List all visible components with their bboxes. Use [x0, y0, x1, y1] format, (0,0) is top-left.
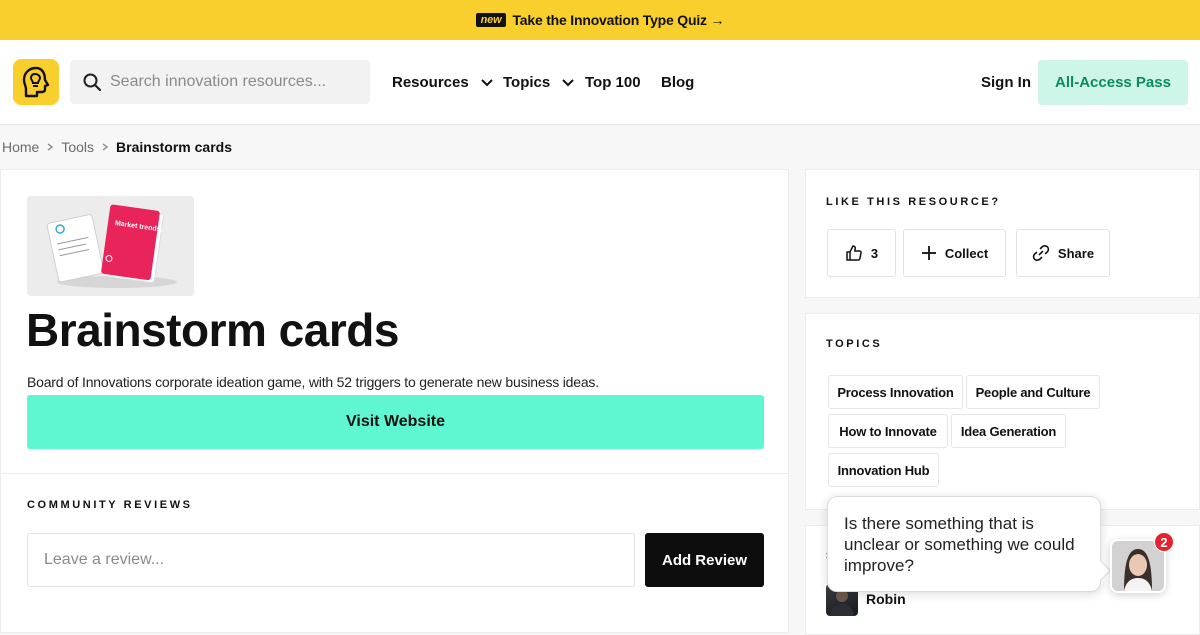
menu-top100[interactable]: Top 100 [585, 60, 641, 104]
like-heading: LIKE THIS RESOURCE? [826, 196, 1001, 208]
search-icon [83, 73, 101, 91]
topics-heading: TOPICS [826, 338, 883, 350]
plus-icon [921, 246, 936, 260]
review-input[interactable] [27, 533, 635, 587]
new-badge: new [475, 13, 507, 27]
chevron-down-icon [562, 79, 574, 87]
menu-top100-label: Top 100 [585, 73, 641, 91]
promo-banner[interactable]: new Take the Innovation Type Quiz → [0, 0, 1200, 40]
reviews-heading: COMMUNITY REVIEWS [27, 499, 193, 511]
topic-tag[interactable]: People and Culture [966, 375, 1100, 409]
submitter-name[interactable]: Robin [866, 591, 906, 607]
resource-thumbnail: Market trends. [27, 196, 194, 296]
like-resource-card: LIKE THIS RESOURCE? 3 Collect Share [805, 169, 1200, 298]
chat-bubble[interactable]: Is there something that is unclear or so… [827, 496, 1101, 592]
menu-resources[interactable]: Resources [392, 60, 495, 104]
all-access-pass-button[interactable]: All-Access Pass [1038, 60, 1188, 105]
topic-tag[interactable]: Process Innovation [828, 375, 963, 409]
sign-in-link[interactable]: Sign In [981, 60, 1031, 104]
menu-topics[interactable]: Topics [503, 60, 576, 104]
add-review-button[interactable]: Add Review [645, 533, 764, 587]
search-input[interactable] [110, 60, 360, 104]
topic-tag[interactable]: Idea Generation [951, 414, 1066, 448]
logo[interactable] [13, 59, 59, 105]
chat-message: Is there something that is unclear or so… [844, 514, 1075, 575]
like-button[interactable]: 3 [827, 229, 896, 277]
share-button[interactable]: Share [1016, 229, 1110, 277]
visit-website-button[interactable]: Visit Website [27, 395, 764, 449]
top-nav: Resources Topics Top 100 Blog Sign In Al… [0, 40, 1200, 125]
chevron-right-icon [102, 143, 109, 151]
breadcrumb-home[interactable]: Home [2, 139, 39, 155]
link-icon [1032, 244, 1050, 262]
collect-label: Collect [944, 245, 989, 261]
menu-blog[interactable]: Blog [661, 60, 694, 104]
unread-badge: 2 [1154, 532, 1174, 552]
resource-description: Board of Innovations corporate ideation … [27, 374, 599, 390]
topic-tag[interactable]: How to Innovate [828, 414, 948, 448]
search-box[interactable] [70, 60, 370, 104]
page-title: Brainstorm cards [26, 304, 399, 356]
card-deck-illustration: Market trends. [27, 196, 194, 296]
menu-resources-label: Resources [392, 73, 469, 91]
like-count: 3 [870, 245, 879, 261]
breadcrumb-tools[interactable]: Tools [61, 139, 94, 155]
thumbs-up-icon [846, 245, 862, 261]
community-reviews: COMMUNITY REVIEWS Add Review [0, 473, 789, 633]
chevron-right-icon [47, 143, 54, 151]
menu-blog-label: Blog [661, 73, 695, 91]
breadcrumb-current: Brainstorm cards [116, 139, 232, 155]
chevron-down-icon [481, 79, 493, 87]
breadcrumb: Home Tools Brainstorm cards [2, 137, 232, 157]
topic-tag[interactable]: Innovation Hub [828, 453, 939, 487]
quiz-link[interactable]: Take the Innovation Type Quiz → [512, 12, 724, 28]
head-lightbulb-logo-icon [22, 66, 50, 98]
menu-topics-label: Topics [503, 73, 551, 91]
share-label: Share [1057, 245, 1095, 261]
resource-card: Market trends. Brainstorm cards Board of… [0, 169, 789, 474]
topics-card: TOPICS Process Innovation People and Cul… [805, 313, 1200, 510]
collect-button[interactable]: Collect [903, 229, 1006, 277]
